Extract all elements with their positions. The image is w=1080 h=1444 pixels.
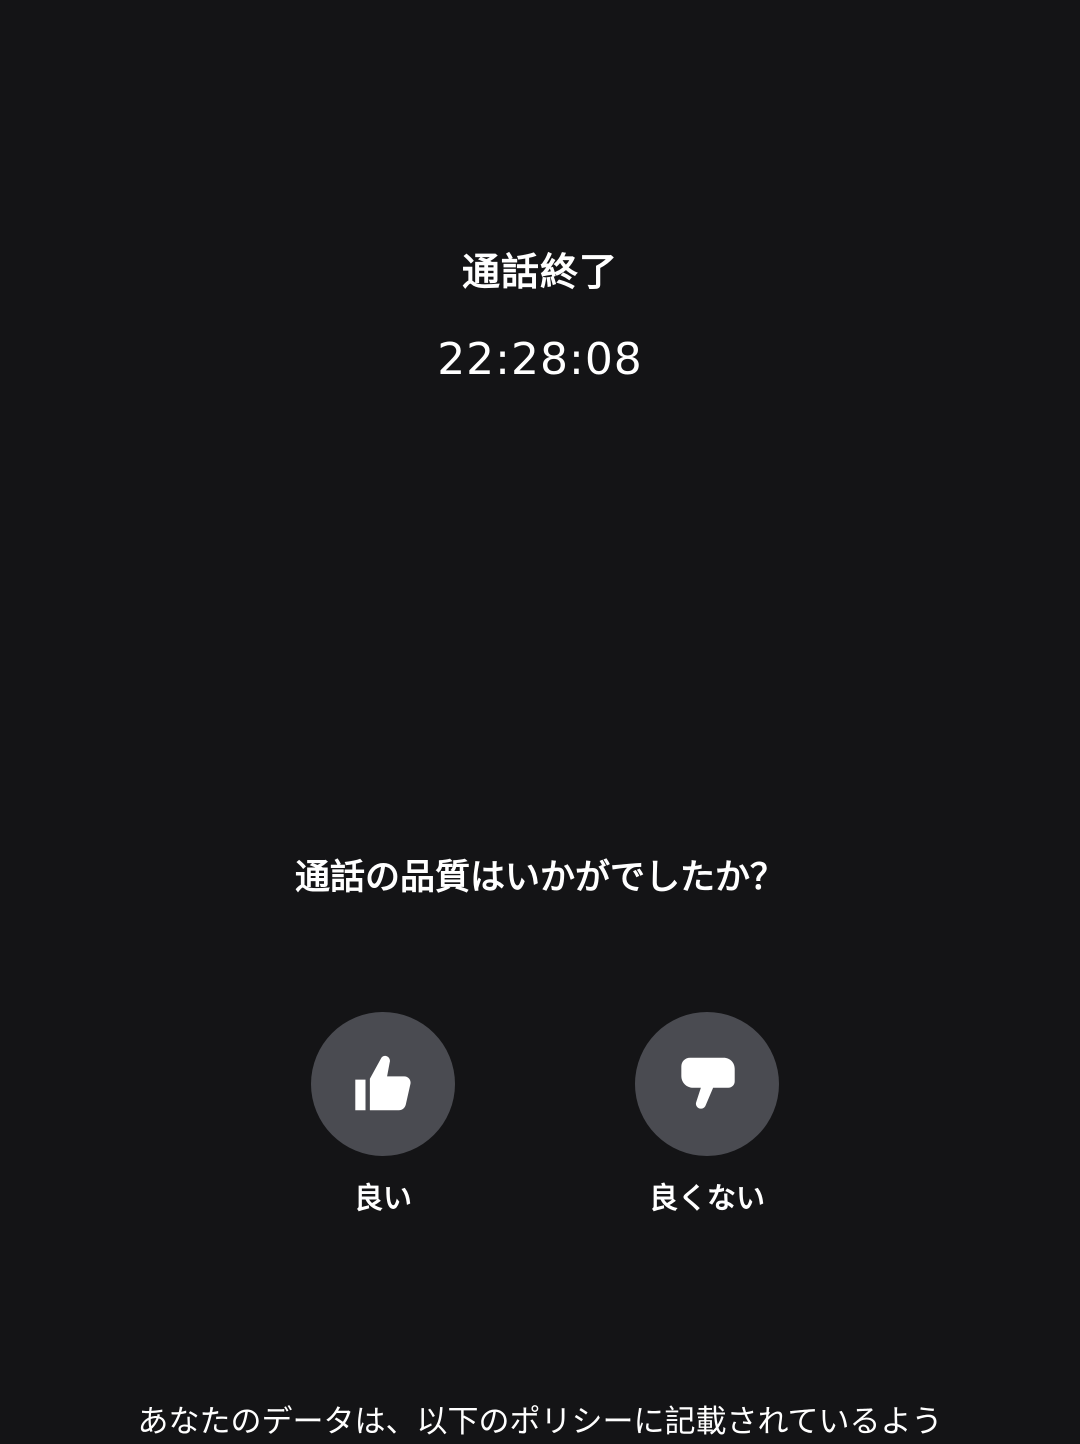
call-end-time: 22:28:08: [437, 334, 643, 385]
rate-good-circle[interactable]: [311, 1012, 455, 1156]
rate-bad-circle[interactable]: [635, 1012, 779, 1156]
call-status-title: 通話終了: [461, 250, 618, 294]
call-quality-question: 通話の品質はいかがでしたか？: [294, 858, 785, 898]
rate-good-button[interactable]: 良い: [263, 1012, 503, 1218]
rate-good-label: 良い: [353, 1181, 412, 1215]
thumbs-up-icon: [355, 1055, 411, 1111]
privacy-notice: あなたのデータは、以下のポリシーに記載されているよう: [137, 1404, 943, 1440]
thumbs-down-icon: [681, 1057, 735, 1109]
rate-bad-button[interactable]: 良くない: [587, 1012, 827, 1218]
rate-bad-label: 良くない: [648, 1181, 765, 1215]
